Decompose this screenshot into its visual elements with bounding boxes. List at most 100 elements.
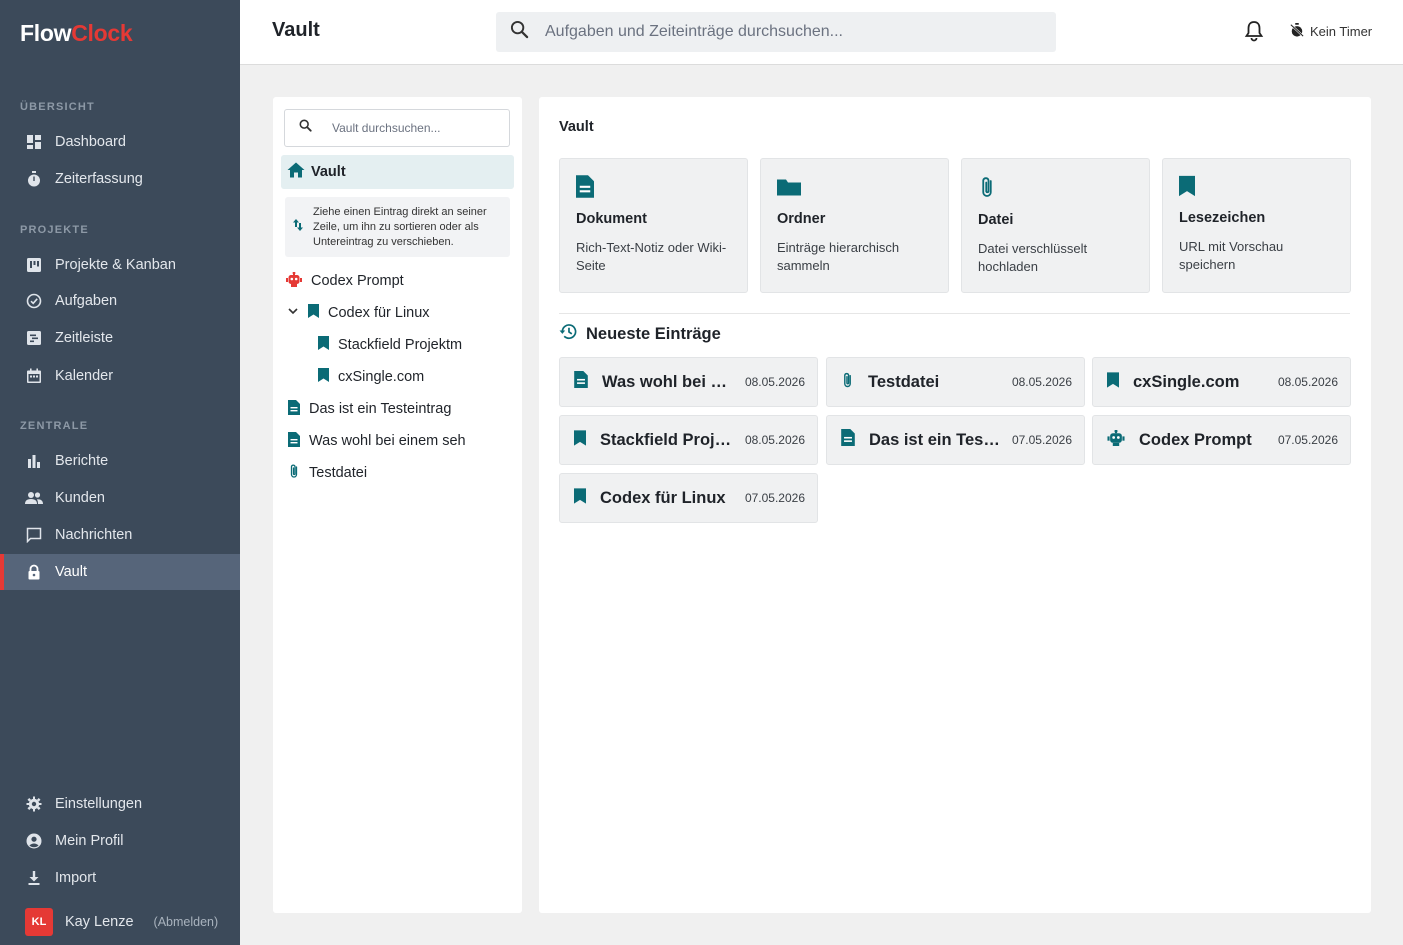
sidebar-item-label: Kalender bbox=[55, 368, 114, 384]
type-card-title: Dokument bbox=[576, 211, 647, 227]
vault-tree-panel: Vault Ziehe einen Eintrag direkt an sein… bbox=[273, 97, 522, 913]
recent-entry[interactable]: Was wohl bei einem sehr langen Titel 08.… bbox=[559, 357, 818, 407]
drag-hint-text: Ziehe einen Eintrag direkt an seiner Zei… bbox=[313, 205, 487, 248]
recent-entry[interactable]: Testdatei 08.05.2026 bbox=[826, 357, 1085, 407]
sidebar-item-label: Import bbox=[55, 870, 97, 886]
avatar[interactable]: KL bbox=[25, 908, 53, 936]
chevron-down-icon[interactable] bbox=[287, 305, 308, 321]
check-circle-icon bbox=[25, 292, 43, 310]
recent-entry-date: 07.05.2026 bbox=[744, 491, 805, 505]
vault-search[interactable] bbox=[284, 109, 510, 147]
sidebar-item-label: Mein Profil bbox=[55, 833, 124, 849]
recent-entry[interactable]: Stackfield Projektmanagement 08.05.2026 bbox=[559, 415, 818, 465]
tree-item-cxsingle[interactable]: cxSingle.com bbox=[318, 363, 513, 391]
recent-entry-date: 08.05.2026 bbox=[744, 375, 805, 389]
recent-title-text: Neueste Einträge bbox=[586, 324, 721, 343]
tree-item-codex-prompt[interactable]: Codex Prompt bbox=[286, 267, 511, 295]
type-card-datei[interactable]: Datei Datei verschlüsselt hochladen bbox=[961, 158, 1150, 293]
tree-item-testdatei[interactable]: Testdatei bbox=[288, 459, 513, 487]
home-icon bbox=[287, 162, 311, 182]
logo-text-clock: Clock bbox=[71, 20, 133, 46]
type-card-title: Lesezeichen bbox=[1179, 210, 1266, 226]
sidebar-item-label: Zeiterfassung bbox=[55, 171, 143, 187]
sidebar-item-zeiterfassung[interactable]: Zeiterfassung bbox=[0, 161, 240, 197]
type-card-ordner[interactable]: Ordner Einträge hierarchisch sammeln bbox=[760, 158, 949, 293]
type-card-desc: Datei verschlüsselt hochladen bbox=[978, 241, 1088, 274]
sidebar-item-dashboard[interactable]: Dashboard bbox=[0, 124, 240, 160]
tree-item-testeintrag[interactable]: Das ist ein Testeintrag bbox=[288, 395, 513, 423]
sidebar-item-einstellungen[interactable]: Einstellungen bbox=[0, 786, 240, 822]
sidebar-item-label: Vault bbox=[55, 564, 87, 580]
tree-root-label: Vault bbox=[311, 164, 346, 180]
history-icon bbox=[559, 323, 586, 345]
sidebar-item-label: Dashboard bbox=[55, 134, 126, 150]
global-search[interactable] bbox=[496, 12, 1056, 52]
type-card-title: Datei bbox=[978, 212, 1014, 228]
dashboard-icon bbox=[25, 133, 43, 151]
type-card-desc: URL mit Vorschau speichern bbox=[1179, 239, 1284, 272]
sidebar-item-label: Nachrichten bbox=[55, 527, 133, 543]
tree-item-stackfield[interactable]: Stackfield Projektm bbox=[318, 331, 513, 359]
sidebar-item-vault[interactable]: Vault bbox=[0, 554, 240, 590]
nav-section-central: ZENTRALE bbox=[20, 420, 89, 432]
recent-entry-name: Das ist ein Testeintrag bbox=[869, 430, 1002, 449]
search-icon bbox=[510, 20, 529, 44]
bar-chart-icon bbox=[25, 452, 43, 470]
recent-entry[interactable]: Codex für Linux 07.05.2026 bbox=[559, 473, 818, 523]
timer-status[interactable]: Kein Timer bbox=[1290, 23, 1372, 40]
people-icon bbox=[25, 489, 43, 507]
bookmark-icon bbox=[308, 304, 328, 322]
paperclip-icon bbox=[841, 371, 868, 394]
type-card-dokument[interactable]: Dokument Rich-Text-Notiz oder Wiki-Seite bbox=[559, 158, 748, 293]
user-name: Kay Lenze bbox=[65, 914, 134, 930]
user-row: KL Kay Lenze (Abmelden) bbox=[0, 905, 240, 939]
tree-item-was-wohl[interactable]: Was wohl bei einem seh bbox=[288, 427, 472, 455]
recent-entry-name: Codex für Linux bbox=[600, 488, 726, 507]
sidebar-item-projekte-kanban[interactable]: Projekte & Kanban bbox=[0, 247, 240, 283]
tree-item-label: Was wohl bei einem seh bbox=[309, 433, 466, 449]
stopwatch-icon bbox=[25, 170, 43, 188]
recent-entry-date: 07.05.2026 bbox=[1277, 433, 1338, 447]
recent-entry-date: 08.05.2026 bbox=[744, 433, 805, 447]
sidebar-item-nachrichten[interactable]: Nachrichten bbox=[0, 517, 240, 553]
tree-item-codex-fur-linux[interactable]: Codex für Linux bbox=[287, 299, 511, 327]
document-icon bbox=[288, 399, 309, 419]
sidebar-item-kunden[interactable]: Kunden bbox=[0, 480, 240, 516]
recent-entry-name: cxSingle.com bbox=[1133, 372, 1240, 391]
robot-icon bbox=[286, 271, 311, 291]
tree-item-label: Codex Prompt bbox=[311, 273, 404, 289]
sidebar-item-aufgaben[interactable]: Aufgaben bbox=[0, 283, 240, 319]
vault-main-panel: Vault Dokument Rich-Text-Notiz oder Wiki… bbox=[539, 97, 1371, 913]
paperclip-icon bbox=[288, 463, 309, 483]
sidebar-item-mein-profil[interactable]: Mein Profil bbox=[0, 823, 240, 859]
recent-entry[interactable]: cxSingle.com 08.05.2026 bbox=[1092, 357, 1351, 407]
type-card-lesezeichen[interactable]: Lesezeichen URL mit Vorschau speichern bbox=[1162, 158, 1351, 293]
document-icon bbox=[288, 431, 309, 451]
kanban-icon bbox=[25, 256, 43, 274]
recent-entry-name: Stackfield Projektmanagement bbox=[600, 430, 735, 449]
app-logo[interactable]: FlowClock bbox=[20, 20, 133, 47]
tree-item-label: Stackfield Projektm bbox=[338, 337, 463, 353]
type-card-desc: Rich-Text-Notiz oder Wiki-Seite bbox=[576, 240, 727, 273]
recent-entry[interactable]: Das ist ein Testeintrag 07.05.2026 bbox=[826, 415, 1085, 465]
recent-entry[interactable]: Codex Prompt 07.05.2026 bbox=[1092, 415, 1351, 465]
logout-link[interactable]: (Abmelden) bbox=[154, 915, 219, 929]
sidebar-item-kalender[interactable]: Kalender bbox=[0, 358, 240, 394]
recent-entry-name: Testdatei bbox=[868, 372, 940, 391]
timeline-icon bbox=[25, 329, 43, 347]
sidebar-item-berichte[interactable]: Berichte bbox=[0, 443, 240, 479]
sidebar-item-zeitleiste[interactable]: Zeitleiste bbox=[0, 320, 240, 356]
section-title: Vault bbox=[559, 119, 594, 135]
bell-icon[interactable] bbox=[1244, 20, 1264, 47]
sidebar-item-label: Einstellungen bbox=[55, 796, 143, 812]
type-card-title: Ordner bbox=[777, 211, 826, 227]
sidebar-item-label: Berichte bbox=[55, 453, 109, 469]
sidebar-item-label: Kunden bbox=[55, 490, 105, 506]
paperclip-icon bbox=[978, 177, 996, 203]
calendar-icon bbox=[25, 367, 43, 385]
drag-hint: Ziehe einen Eintrag direkt an seiner Zei… bbox=[285, 197, 510, 257]
sidebar-item-import[interactable]: Import bbox=[0, 860, 240, 896]
tree-root-vault[interactable]: Vault bbox=[281, 155, 514, 189]
global-search-input[interactable] bbox=[545, 23, 1025, 41]
vault-search-input[interactable] bbox=[332, 121, 502, 135]
